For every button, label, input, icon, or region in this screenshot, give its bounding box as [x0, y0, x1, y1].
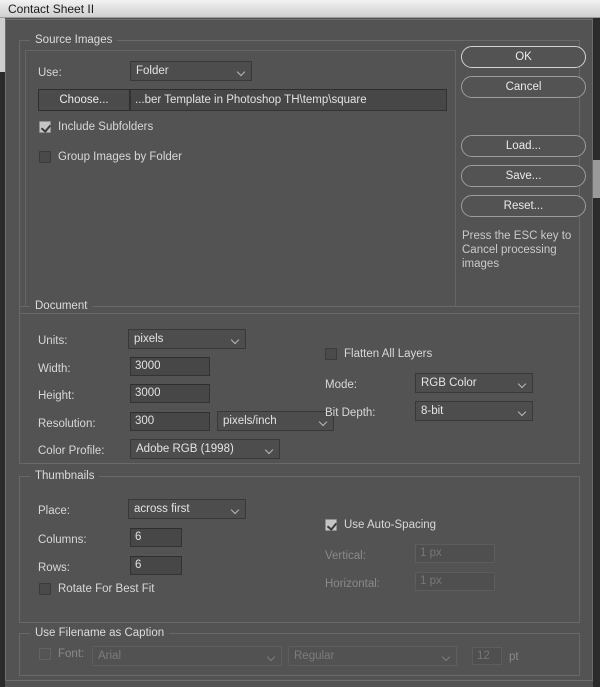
- flatten-all-layers-label: Flatten All Layers: [344, 348, 433, 360]
- group-images-by-folder-label: Group Images by Folder: [58, 151, 183, 163]
- window-title: Contact Sheet II: [8, 2, 95, 16]
- units-dropdown-value: pixels: [134, 333, 164, 345]
- cancel-button[interactable]: Cancel: [461, 76, 586, 98]
- source-path-field[interactable]: ...ber Template in Photoshop TH\temp\squ…: [130, 89, 447, 111]
- height-label: Height:: [38, 390, 75, 402]
- use-dropdown[interactable]: Folder: [130, 61, 252, 81]
- color-profile-label: Color Profile:: [38, 445, 105, 457]
- chevron-down-icon: [238, 69, 246, 74]
- choose-button[interactable]: Choose...: [38, 89, 130, 111]
- caption-group: Use Filename as Caption Font: Arial Regu…: [19, 627, 580, 676]
- checkbox-box-icon: [39, 583, 51, 595]
- place-dropdown[interactable]: across first: [128, 499, 246, 519]
- chevron-down-icon: [519, 409, 527, 414]
- reset-button[interactable]: Reset...: [461, 195, 586, 217]
- mode-dropdown[interactable]: RGB Color: [415, 373, 533, 393]
- width-input[interactable]: 3000: [130, 357, 210, 376]
- font-style-value: Regular: [294, 650, 335, 662]
- bit-depth-label: Bit Depth:: [325, 407, 376, 419]
- resolution-units-value: pixels/inch: [223, 415, 277, 427]
- vertical-spacing-input: 1 px: [415, 544, 495, 563]
- load-button[interactable]: Load...: [461, 135, 586, 157]
- rows-label: Rows:: [38, 562, 70, 574]
- bit-depth-dropdown[interactable]: 8-bit: [415, 401, 533, 421]
- include-subfolders-label: Include Subfolders: [58, 121, 154, 133]
- mode-dropdown-value: RGB Color: [421, 377, 477, 389]
- width-label: Width:: [38, 363, 71, 375]
- horizontal-spacing-input: 1 px: [415, 572, 495, 591]
- chevron-down-icon: [443, 654, 451, 659]
- chevron-down-icon: [232, 507, 240, 512]
- columns-input[interactable]: 6: [130, 528, 182, 547]
- checkbox-box-icon: [39, 648, 51, 660]
- checkbox-box-icon: [325, 519, 337, 531]
- rotate-for-best-fit-checkbox[interactable]: Rotate For Best Fit: [39, 583, 155, 595]
- thumbnails-legend: Thumbnails: [30, 470, 100, 482]
- group-images-by-folder-checkbox[interactable]: Group Images by Folder: [39, 151, 182, 163]
- horizontal-label: Horizontal:: [325, 578, 380, 590]
- resolution-units-dropdown[interactable]: pixels/inch: [217, 411, 334, 431]
- chevron-down-icon: [519, 381, 527, 386]
- document-group: Document Units: pixels Width: 3000 Heigh…: [19, 300, 580, 464]
- columns-label: Columns:: [38, 534, 87, 546]
- color-profile-dropdown[interactable]: Adobe RGB (1998): [130, 439, 280, 459]
- document-legend: Document: [30, 300, 93, 312]
- color-profile-value: Adobe RGB (1998): [136, 443, 234, 455]
- thumbnails-group: Thumbnails Place: across first Columns: …: [19, 470, 580, 623]
- esc-help-text: Press the ESC key to Cancel processing i…: [462, 230, 572, 270]
- rotate-for-best-fit-label: Rotate For Best Fit: [58, 583, 155, 595]
- vertical-label: Vertical:: [325, 550, 366, 562]
- font-size-unit-label: pt: [509, 651, 519, 663]
- checkbox-box-icon: [39, 121, 51, 133]
- backdrop-right-strip: [593, 17, 600, 687]
- include-subfolders-checkbox[interactable]: Include Subfolders: [39, 121, 153, 133]
- units-dropdown[interactable]: pixels: [128, 329, 246, 349]
- save-button[interactable]: Save...: [461, 165, 586, 187]
- resolution-label: Resolution:: [38, 418, 96, 430]
- place-dropdown-value: across first: [134, 503, 190, 515]
- font-style-dropdown: Regular: [288, 646, 457, 666]
- use-auto-spacing-checkbox[interactable]: Use Auto-Spacing: [325, 519, 436, 531]
- chevron-down-icon: [232, 337, 240, 342]
- font-size-input: 12: [472, 647, 502, 665]
- bit-depth-value: 8-bit: [421, 405, 444, 417]
- caption-legend: Use Filename as Caption: [30, 627, 170, 639]
- chevron-down-icon: [266, 447, 274, 452]
- resolution-input[interactable]: 300: [130, 412, 210, 431]
- height-input[interactable]: 3000: [130, 384, 210, 403]
- title-bar[interactable]: Contact Sheet II: [0, 0, 600, 18]
- chevron-down-icon: [268, 654, 276, 659]
- dialog-body: Source Images Use: Folder Choose... ...b…: [5, 19, 593, 681]
- checkbox-box-icon: [325, 348, 337, 360]
- flatten-all-layers-checkbox[interactable]: Flatten All Layers: [325, 348, 432, 360]
- units-label: Units:: [38, 335, 68, 347]
- place-label: Place:: [38, 505, 70, 517]
- rows-input[interactable]: 6: [130, 556, 182, 575]
- mode-label: Mode:: [325, 379, 357, 391]
- ok-button[interactable]: OK: [461, 46, 586, 68]
- font-family-value: Arial: [98, 650, 122, 662]
- backdrop-right-highlight: [593, 160, 600, 198]
- checkbox-box-icon: [39, 151, 51, 163]
- use-label: Use:: [38, 67, 62, 79]
- font-family-dropdown: Arial: [92, 646, 282, 666]
- source-images-legend: Source Images: [30, 34, 118, 46]
- use-auto-spacing-label: Use Auto-Spacing: [344, 519, 437, 531]
- font-label: Font:: [58, 648, 85, 660]
- use-filename-caption-checkbox: Font:: [39, 648, 84, 660]
- contact-sheet-dialog-window: Contact Sheet II Source Images Use: Fold…: [0, 0, 600, 687]
- use-dropdown-value: Folder: [136, 65, 169, 77]
